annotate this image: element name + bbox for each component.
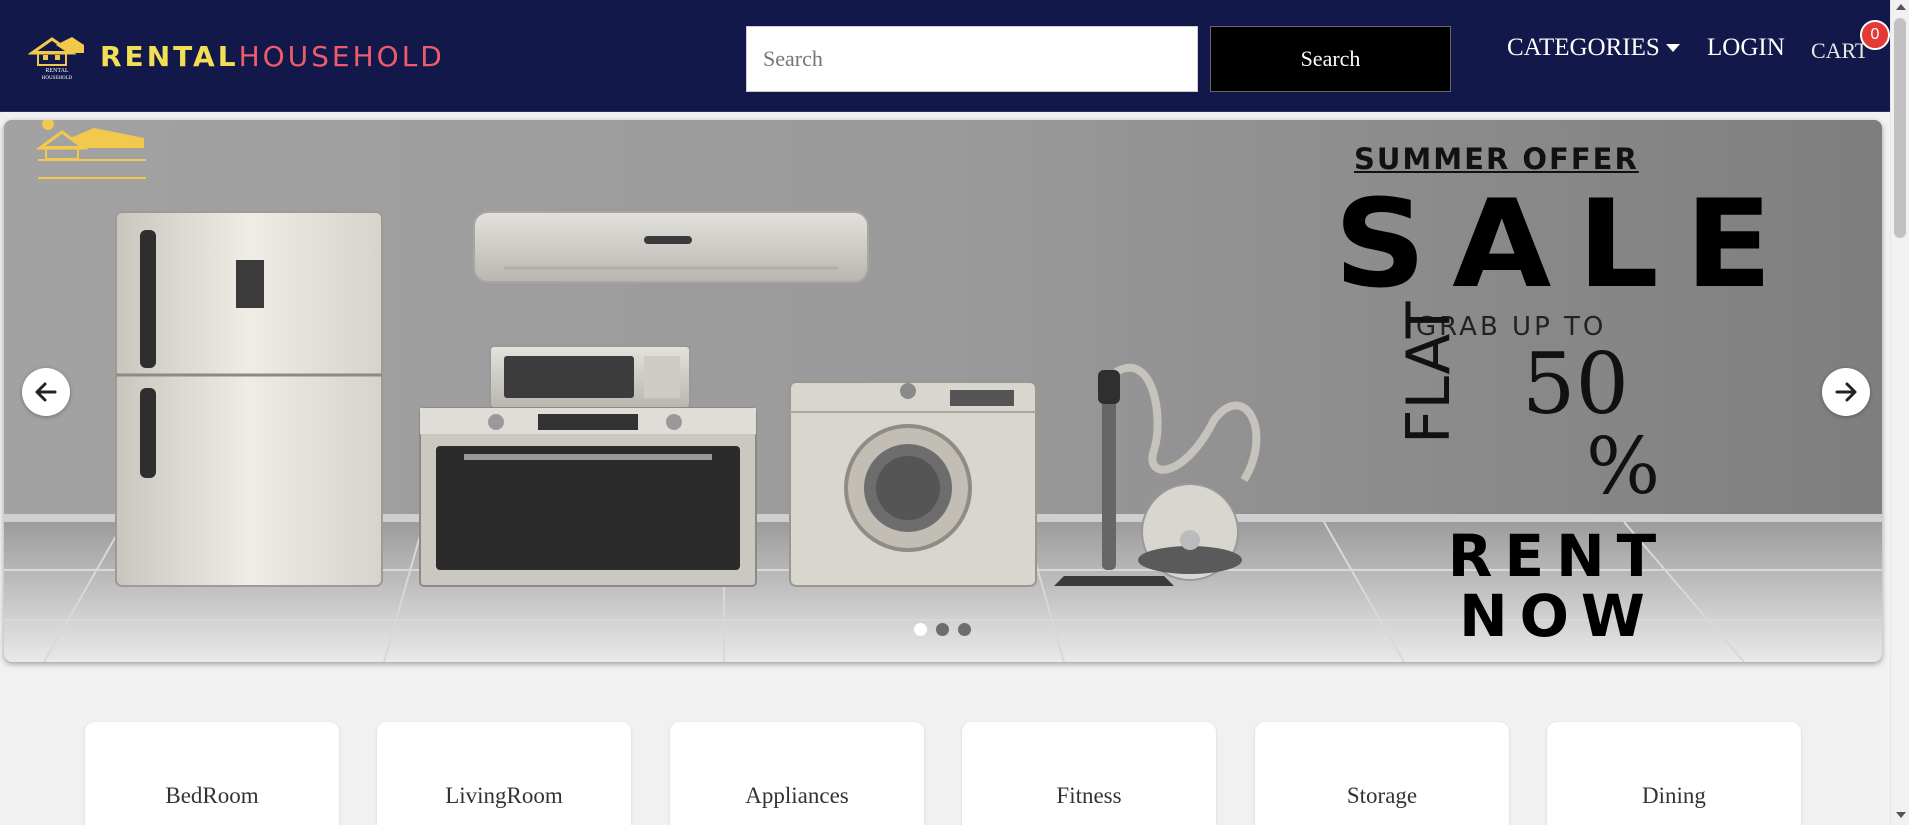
category-label: LivingRoom (445, 783, 563, 808)
categories-label: CATEGORIES (1507, 34, 1660, 61)
carousel-indicator-1[interactable] (914, 623, 927, 636)
brand-link[interactable]: RENTAL HOUSEHOLD RENTALHOUSEHOLD (28, 30, 445, 82)
navbar: RENTAL HOUSEHOLD RENTALHOUSEHOLD Search … (0, 0, 1890, 112)
scroll-thumb[interactable] (1894, 18, 1906, 238)
caret-down-icon (1665, 44, 1680, 52)
offer-discount: 50 (1522, 335, 1629, 433)
category-label: Dining (1642, 783, 1706, 808)
carousel-indicator-2[interactable] (936, 623, 949, 636)
hero-carousel: SUMMER OFFER SALE GRAB UP TO FLAT 50 % R… (4, 120, 1882, 662)
categories-dropdown[interactable]: CATEGORIES (1507, 34, 1680, 62)
brand-name-part1: RENTAL (100, 39, 239, 73)
carousel-prev-button[interactable] (22, 368, 70, 416)
category-card-fitness[interactable]: Fitness (962, 722, 1216, 825)
svg-text:HOUSEHOLD: HOUSEHOLD (42, 76, 73, 81)
offer-sale: SALE (1334, 173, 1799, 316)
category-card-livingroom[interactable]: LivingRoom (377, 722, 631, 825)
svg-text:RENTAL: RENTAL (45, 68, 69, 74)
offer-percent: % (1586, 422, 1661, 512)
category-label: Storage (1346, 783, 1418, 808)
house-logo-icon: RENTAL HOUSEHOLD (28, 37, 84, 81)
carousel-indicator-3[interactable] (958, 623, 971, 636)
category-card-dining[interactable]: Dining (1547, 722, 1801, 825)
offer-cta: RENT NOW (1368, 526, 1748, 646)
category-card-bedroom[interactable]: BedRoom (85, 722, 339, 825)
cart-link[interactable]: CART (1811, 38, 1868, 64)
brand-name-part2: HOUSEHOLD (238, 39, 445, 73)
category-label: Fitness (1056, 783, 1122, 808)
offer-cta-line2: NOW (1459, 582, 1657, 650)
category-label: BedRoom (165, 783, 259, 808)
search-button[interactable]: Search (1210, 26, 1451, 92)
carousel-indicators (914, 623, 971, 636)
offer-cta-line1: RENT (1447, 522, 1669, 590)
category-card-storage[interactable]: Storage (1255, 722, 1509, 825)
scroll-up-arrow-icon[interactable] (1896, 4, 1906, 10)
login-link[interactable]: LOGIN (1707, 34, 1785, 62)
page-scrollbar[interactable] (1890, 0, 1909, 825)
scroll-down-arrow-icon[interactable] (1896, 812, 1906, 818)
category-label: Appliances (745, 783, 849, 808)
category-card-appliances[interactable]: Appliances (670, 722, 924, 825)
arrow-left-icon (35, 382, 57, 402)
brand-name: RENTALHOUSEHOLD (100, 40, 445, 73)
search-input[interactable] (746, 26, 1198, 92)
arrow-right-icon (1835, 382, 1857, 402)
carousel-next-button[interactable] (1822, 368, 1870, 416)
offer-title: SUMMER OFFER (1354, 142, 1639, 176)
cart-count-badge: 0 (1860, 20, 1890, 50)
offer-flat-text: FLAT (1394, 301, 1464, 444)
